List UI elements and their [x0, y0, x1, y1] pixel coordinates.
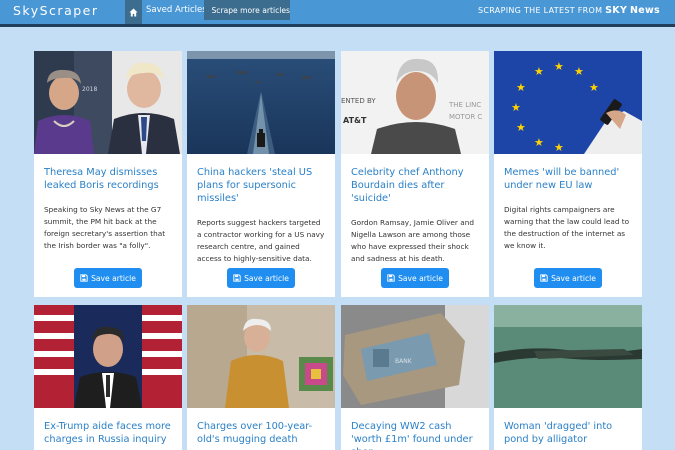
article-image: 2018 — [34, 51, 182, 154]
svg-text:MOTOR C: MOTOR C — [449, 113, 482, 121]
save-icon — [80, 274, 88, 282]
svg-text:AT&T: AT&T — [343, 116, 367, 125]
save-article-label: Save article — [91, 273, 136, 283]
brand-logo[interactable]: SkyScraper — [13, 3, 99, 18]
svg-text:★: ★ — [534, 136, 544, 149]
article-image: BANK — [341, 305, 489, 408]
article-card: Ex-Trump aide faces more charges in Russ… — [34, 305, 182, 450]
save-article-label: Save article — [551, 273, 596, 283]
article-card: ENTED BY AT&T THE LINC MOTOR C Celebrity… — [341, 51, 489, 297]
article-title[interactable]: Charges over 100-year-old's mugging deat… — [197, 420, 325, 446]
article-title[interactable]: China hackers 'steal US plans for supers… — [197, 166, 325, 205]
save-icon — [233, 274, 241, 282]
save-article-button[interactable]: Save article — [227, 268, 295, 288]
save-article-button[interactable]: Save article — [74, 268, 142, 288]
article-summary: Reports suggest hackers targeted a contr… — [197, 218, 325, 263]
svg-text:★: ★ — [516, 81, 526, 94]
article-title[interactable]: Ex-Trump aide faces more charges in Russ… — [44, 420, 172, 446]
article-card: BANK Decaying WW2 cash 'worth £1m' found… — [341, 305, 489, 450]
save-icon — [540, 274, 548, 282]
svg-text:★: ★ — [554, 141, 564, 154]
svg-text:★: ★ — [574, 65, 584, 78]
navbar: SkyScraper Saved Articles Scrape more ar… — [0, 0, 675, 24]
svg-text:ENTED BY: ENTED BY — [341, 97, 376, 105]
article-card: Charges over 100-year-old's mugging deat… — [187, 305, 335, 450]
svg-text:★: ★ — [534, 65, 544, 78]
save-icon — [387, 274, 395, 282]
tagline: SCRAPING THE LATEST FROM SKY News — [478, 5, 660, 16]
article-image — [34, 305, 182, 408]
article-image: ★ ★ ★ ★ ★ ★ ★ ★ ★ — [494, 51, 642, 154]
article-image — [187, 305, 335, 408]
svg-text:★: ★ — [554, 60, 564, 73]
save-article-button[interactable]: Save article — [534, 268, 602, 288]
article-summary: Speaking to Sky News at the G7 summit, t… — [44, 205, 166, 250]
article-title[interactable]: Decaying WW2 cash 'worth £1m' found unde… — [351, 420, 479, 450]
article-image — [187, 51, 335, 154]
save-article-button[interactable]: Save article — [381, 268, 449, 288]
svg-text:BANK: BANK — [395, 358, 413, 365]
article-image: ENTED BY AT&T THE LINC MOTOR C — [341, 51, 489, 154]
article-card: China hackers 'steal US plans for supers… — [187, 51, 335, 297]
svg-text:★: ★ — [589, 81, 599, 94]
svg-text:THE LINC: THE LINC — [448, 101, 481, 109]
home-icon — [129, 7, 138, 17]
scrape-more-articles-button[interactable]: Scrape more articles — [204, 0, 290, 20]
article-summary: Digital rights campaigners are warning t… — [504, 205, 630, 250]
article-image — [494, 305, 642, 408]
article-card: ★ ★ ★ ★ ★ ★ ★ ★ ★ Memes 'will be banned' unde… — [494, 51, 642, 297]
article-title[interactable]: Theresa May dismisses leaked Boris recor… — [44, 166, 172, 192]
article-title[interactable]: Woman 'dragged' into pond by alligator — [504, 420, 632, 446]
article-summary: Gordon Ramsay, Jamie Oliver and Nigella … — [351, 218, 474, 263]
save-article-label: Save article — [398, 273, 443, 283]
nav-saved-articles[interactable]: Saved Articles — [146, 5, 207, 15]
article-card: 2018 Theresa May dismisses leaked Boris … — [34, 51, 182, 297]
article-title[interactable]: Celebrity chef Anthony Bourdain dies aft… — [351, 166, 479, 205]
nav-home-button[interactable] — [125, 0, 142, 24]
svg-text:★: ★ — [511, 101, 521, 114]
svg-text:2018: 2018 — [82, 86, 97, 93]
svg-text:★: ★ — [516, 121, 526, 134]
save-article-label: Save article — [244, 273, 289, 283]
article-title[interactable]: Memes 'will be banned' under new EU law — [504, 166, 632, 192]
navbar-divider — [0, 24, 675, 27]
article-card: Woman 'dragged' into pond by alligator — [494, 305, 642, 450]
scrape-label: Scrape more articles — [211, 5, 290, 15]
